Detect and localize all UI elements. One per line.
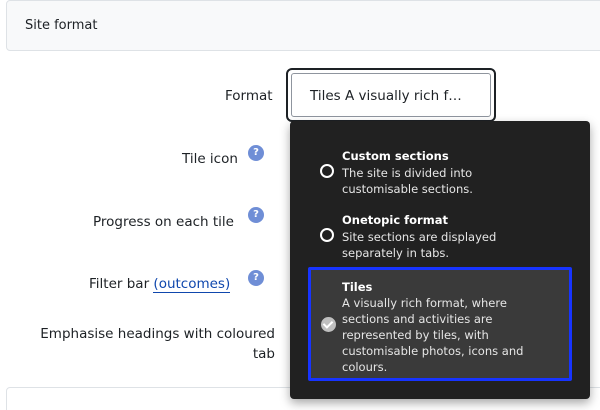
option-tiles[interactable]: Tiles A visually rich format, where sect… xyxy=(308,267,572,381)
option-desc-line: represented by tiles, with xyxy=(342,328,489,342)
option-title: Tiles xyxy=(342,280,373,294)
option-onetopic-format[interactable]: Onetopic format Site sections are displa… xyxy=(290,207,590,261)
outcomes-link[interactable]: (outcomes) xyxy=(153,276,231,293)
filter-bar-label-text: Filter bar xyxy=(89,276,150,292)
tile-icon-label: Tile icon xyxy=(182,151,238,167)
option-title: Onetopic format xyxy=(342,213,448,227)
option-desc-line: separately in tabs. xyxy=(342,246,450,260)
option-desc-line: customisable sections. xyxy=(342,182,473,196)
progress-label: Progress on each tile xyxy=(93,214,234,230)
option-desc-line: sections and activities are xyxy=(342,312,493,326)
option-custom-sections[interactable]: Custom sections The site is divided into… xyxy=(290,143,590,197)
emphasise-label-line2: tab xyxy=(252,346,275,362)
option-title: Custom sections xyxy=(342,149,449,163)
emphasise-headings-label: Emphasise headings with coloured tab xyxy=(28,326,275,362)
checkmark-icon xyxy=(321,317,336,332)
option-description: The site is divided into customisable se… xyxy=(342,165,557,197)
format-select-value: Tiles A visually rich f… xyxy=(310,88,462,104)
format-label: Format xyxy=(225,88,273,104)
filter-bar-help-icon[interactable]: ? xyxy=(248,270,264,286)
format-dropdown-menu: Custom sections The site is divided into… xyxy=(290,121,590,399)
option-description: Site sections are displayed separately i… xyxy=(342,229,557,261)
format-select[interactable]: Tiles A visually rich f… xyxy=(286,68,496,122)
option-desc-line: The site is divided into xyxy=(342,166,473,180)
emphasise-label-line1: Emphasise headings with coloured xyxy=(40,326,275,342)
filter-bar-label: Filter bar (outcomes) xyxy=(89,276,231,293)
option-desc-line: Site sections are displayed xyxy=(342,230,497,244)
radio-unchecked-icon xyxy=(320,164,334,178)
tile-icon-help-icon[interactable]: ? xyxy=(248,145,264,161)
option-desc-line: colours. xyxy=(342,360,388,374)
option-desc-line: customisable photos, icons and xyxy=(342,344,524,358)
option-description: A visually rich format, where sections a… xyxy=(342,295,567,375)
section-header-site-format[interactable]: Site format xyxy=(6,0,600,51)
radio-unchecked-icon xyxy=(320,228,334,242)
option-desc-line: A visually rich format, where xyxy=(342,296,507,310)
progress-help-icon[interactable]: ? xyxy=(248,207,264,223)
section-title: Site format xyxy=(25,18,98,33)
